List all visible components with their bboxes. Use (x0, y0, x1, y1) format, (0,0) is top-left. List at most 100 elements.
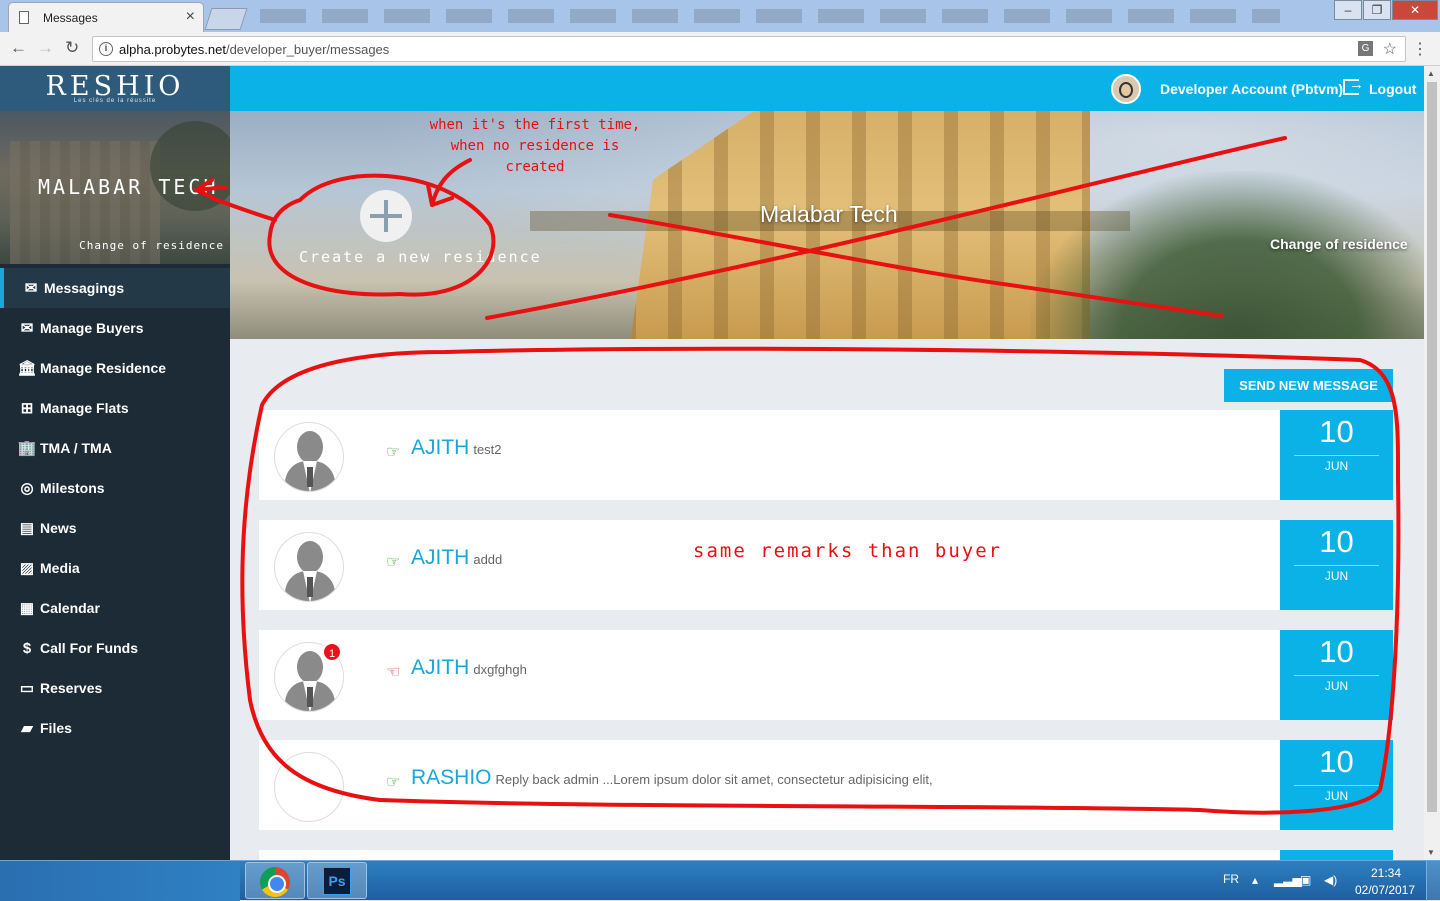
sender-name[interactable]: RASHIO (411, 766, 492, 789)
site-info-icon[interactable]: i (99, 42, 113, 56)
sidebar-item-calendar[interactable]: ▦ Calendar (0, 588, 230, 628)
message-row[interactable]: ☞ RASHIO Reply back admin ...Lorem ipsum d… (259, 740, 1393, 830)
sidebar-item-manage-flats[interactable]: ⊞ Manage Flats (0, 388, 230, 428)
change-residence-link[interactable]: Change of residence (79, 239, 224, 252)
account-name[interactable]: Developer Account (Pbtvm) (1160, 81, 1343, 97)
sidebar-item-manage-buyers[interactable]: ✉ Manage Buyers (0, 308, 230, 348)
message-sender[interactable]: RASHIO Reply back admin ...Lorem ipsum do… (411, 766, 933, 790)
url-path: /developer_buyer/messages (225, 42, 390, 57)
sidebar-item-label: Calendar (40, 600, 100, 616)
hero-change-residence-link[interactable]: Change of residence (1270, 236, 1408, 252)
date-separator (1294, 565, 1379, 566)
bank-icon: 🏛 (17, 360, 37, 377)
sidebar-item-label: Milestons (40, 480, 105, 496)
window-controls: – ❐ ✕ (1333, 0, 1438, 20)
url-domain: alpha.probytes.net (119, 42, 226, 57)
bookmark-star-icon[interactable]: ☆ (1383, 39, 1397, 59)
create-residence-label[interactable]: Create a new residence (299, 248, 542, 266)
sidebar-item-manage-residence[interactable]: 🏛 Manage Residence (0, 348, 230, 388)
message-row[interactable]: ☞ AJITH addd 10 JUN (259, 520, 1393, 610)
page-scrollbar[interactable]: ▲ ▼ (1424, 66, 1440, 860)
new-tab-button[interactable] (204, 8, 248, 30)
logout-icon[interactable] (1343, 76, 1364, 95)
tray-expand-icon[interactable]: ▴ (1252, 873, 1258, 887)
sidebar-item-label: Call For Funds (40, 640, 138, 656)
back-button[interactable]: ← (10, 38, 27, 58)
send-new-message-button[interactable]: SEND NEW MESSAGE (1224, 369, 1393, 402)
sidebar-item-milestons[interactable]: ◎ Milestons (0, 468, 230, 508)
browser-menu-icon[interactable]: ⋮ (1412, 39, 1428, 59)
sidebar-item-call-for-funds[interactable]: $ Call For Funds (0, 628, 230, 668)
calendar-icon: ▦ (19, 600, 35, 617)
message-row[interactable]: ☞ AJITH test2 10 JUN (259, 410, 1393, 500)
avatar-head (297, 541, 323, 573)
clock-date[interactable]: 02/07/2017 (1350, 883, 1420, 897)
hero-title: Malabar Tech (760, 201, 898, 227)
scrollbar-thumb[interactable] (1427, 82, 1437, 812)
message-sender[interactable]: AJITH test2 (411, 436, 502, 460)
messages-panel: SEND NEW MESSAGE ☞ AJITH test2 10 JUN ☞ AJITH a… (230, 339, 1424, 860)
annotation-remarks: same remarks than buyer (693, 540, 1003, 562)
browser-tab-messages[interactable]: Messages × (8, 2, 204, 32)
language-indicator[interactable]: FR (1223, 872, 1239, 886)
date-month: JUN (1324, 789, 1349, 803)
residence-banner: MALABAR TECH Change of residence (0, 111, 230, 264)
sidebar-item-label: Media (40, 560, 80, 576)
message-date: 10 JUN (1280, 740, 1393, 830)
avatar-tie (307, 577, 313, 597)
date-day: 10 (1319, 634, 1354, 669)
sender-name[interactable]: AJITH (411, 546, 469, 569)
show-desktop-button[interactable] (1426, 861, 1440, 901)
avatar-tie (307, 467, 313, 487)
avatar-head (297, 651, 323, 683)
message-sender[interactable]: AJITH addd (411, 546, 502, 570)
user-avatar[interactable] (1111, 74, 1141, 104)
scroll-up-icon[interactable]: ▲ (1427, 69, 1435, 78)
card-icon: ▭ (19, 680, 35, 697)
clock-time[interactable]: 21:34 (1364, 866, 1408, 880)
url-text[interactable]: alpha.probytes.net/developer_buyer/messa… (119, 42, 389, 57)
sender-name[interactable]: AJITH (411, 656, 469, 679)
network-icon[interactable]: ▣ (1300, 873, 1311, 887)
sidebar-item-media[interactable]: ▨ Media (0, 548, 230, 588)
sidebar-item-messagings[interactable]: ✉ Messagings (0, 268, 230, 308)
restore-button[interactable]: ❐ (1363, 0, 1391, 20)
taskbar-photoshop-button[interactable]: Ps (307, 862, 367, 899)
scroll-down-icon[interactable]: ▼ (1427, 848, 1435, 857)
reload-button[interactable]: ↻ (65, 38, 79, 58)
signal-icon[interactable]: ▂▃▅ (1274, 873, 1302, 887)
close-window-button[interactable]: ✕ (1392, 0, 1438, 20)
message-snippet: Reply back admin ...Lorem ipsum dolor si… (495, 772, 933, 787)
message-date: 10 JUN (1280, 630, 1393, 720)
date-month: JUN (1324, 459, 1349, 473)
taskbar-start-area[interactable] (0, 861, 240, 901)
sidebar-item-label: Manage Buyers (40, 320, 144, 336)
sidebar-item-reserves[interactable]: ▭ Reserves (0, 668, 230, 708)
envelope-icon: ✉ (24, 280, 38, 297)
message-row-partial[interactable] (259, 850, 1393, 860)
taskbar-chrome-button[interactable] (245, 862, 305, 899)
sidebar-item-label: News (40, 520, 77, 536)
minimize-button[interactable]: – (1334, 0, 1362, 20)
annotation-first-time-line2: when no residence is created (450, 138, 620, 175)
date-separator (1294, 785, 1379, 786)
sidebar-item-news[interactable]: ▤ News (0, 508, 230, 548)
address-bar[interactable]: i alpha.probytes.net/developer_buyer/mes… (92, 36, 1406, 62)
sidebar-item-tma-tma[interactable]: 🏢 TMA / TMA (0, 428, 230, 468)
outgoing-hand-icon: ☞ (386, 554, 401, 571)
outgoing-hand-icon: ☞ (386, 444, 401, 461)
sidebar-item-files[interactable]: ▰ Files (0, 708, 230, 748)
unread-badge: 1 (322, 642, 342, 662)
create-residence-plus-icon[interactable] (360, 190, 412, 242)
translate-icon[interactable]: G (1358, 41, 1373, 56)
sender-name[interactable]: AJITH (411, 436, 469, 459)
tab-close-icon[interactable]: × (186, 8, 195, 26)
volume-icon[interactable]: ◀) (1324, 873, 1337, 887)
forward-button[interactable]: → (37, 38, 54, 58)
date-day: 10 (1319, 524, 1354, 559)
image-icon: ▨ (19, 560, 35, 577)
logout-link[interactable]: Logout (1369, 81, 1416, 97)
message-sender[interactable]: AJITH dxgfghgh (411, 656, 527, 680)
message-row[interactable]: 1 ☞ AJITH dxgfghgh 10 JUN (259, 630, 1393, 720)
sidebar-item-label: TMA / TMA (40, 440, 112, 456)
